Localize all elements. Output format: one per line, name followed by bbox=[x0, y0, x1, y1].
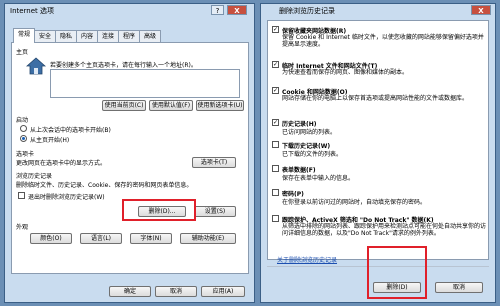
startup-last-session-label: 从上次会话中的选项卡开始(B) bbox=[30, 127, 111, 134]
history-section-label: 浏览历史记录 bbox=[16, 173, 53, 180]
tab-advanced[interactable]: 高级 bbox=[139, 30, 161, 42]
delete-history-dialog: 删除浏览历史记录 X ✓ 保留收藏夹网站数据(R) 保留 Cookie 和 In… bbox=[260, 3, 496, 303]
tracking-protection-checkbox[interactable] bbox=[272, 215, 279, 222]
ok-button[interactable]: 确定 bbox=[109, 286, 151, 297]
delete-on-exit-checkbox[interactable] bbox=[18, 192, 25, 199]
tab-security[interactable]: 安全 bbox=[34, 30, 56, 42]
appearance-section-label: 外观 bbox=[16, 224, 29, 231]
delete-dialog-close-button[interactable]: X bbox=[471, 5, 491, 15]
history-description: 删除临时文件、历史记录、Cookie、保存的密码和网页表单信息。 bbox=[16, 182, 193, 189]
help-button[interactable]: ? bbox=[211, 5, 224, 15]
tabs-section-label: 选项卡 bbox=[16, 151, 35, 158]
delete-dialog-title: 删除浏览历史记录 bbox=[279, 7, 335, 15]
tab-general[interactable]: 常规 bbox=[13, 28, 35, 43]
apply-button[interactable]: 应用(A) bbox=[201, 286, 245, 297]
home-icon bbox=[25, 57, 47, 75]
use-default-button[interactable]: 使用默认值(F) bbox=[149, 100, 193, 111]
delete-on-exit-label: 退出时删除浏览历史记录(W) bbox=[28, 194, 105, 201]
home-description: 若要创建多个主页选项卡，请在每行输入一个地址(R)。 bbox=[50, 62, 197, 69]
tab-programs[interactable]: 程序 bbox=[118, 30, 140, 42]
history-settings-button[interactable]: 设置(S) bbox=[194, 206, 236, 217]
accessibility-button[interactable]: 辅助功能(E) bbox=[180, 233, 236, 244]
download-history-checkbox[interactable] bbox=[272, 141, 279, 148]
passwords-desc: 在你登录以前访问过的网站时，自动填充保存的密码。 bbox=[282, 199, 427, 206]
use-new-tab-button[interactable]: 使用新选项卡(U) bbox=[196, 100, 244, 111]
passwords-checkbox[interactable] bbox=[272, 189, 279, 196]
home-url-box[interactable] bbox=[50, 69, 240, 98]
tabs-description: 更改网页在选项卡中的显示方式。 bbox=[16, 160, 107, 167]
tabs-settings-button[interactable]: 选项卡(T) bbox=[192, 157, 236, 168]
internet-options-dialog: Internet 选项 ? X 常规 安全 隐私 内容 连接 程序 高级 主页 … bbox=[4, 3, 255, 303]
delete-cancel-button[interactable]: 取消 bbox=[435, 282, 483, 293]
dialog-title: Internet 选项 bbox=[10, 7, 55, 15]
tab-connections[interactable]: 连接 bbox=[97, 30, 119, 42]
languages-button[interactable]: 语言(L) bbox=[80, 233, 122, 244]
tab-content[interactable]: 内容 bbox=[76, 30, 98, 42]
keep-favorites-desc: 保留 Cookie 和 Internet 临时文件，以使您收藏的网站能够保留偏好… bbox=[282, 34, 484, 48]
colors-button[interactable]: 颜色(O) bbox=[30, 233, 72, 244]
cookies-checkbox[interactable]: ✓ bbox=[272, 87, 279, 94]
confirm-delete-highlight-box bbox=[367, 246, 427, 299]
cancel-button[interactable]: 取消 bbox=[155, 286, 197, 297]
startup-section-label: 启动 bbox=[16, 117, 29, 124]
startup-last-session-radio[interactable] bbox=[20, 125, 27, 132]
about-delete-history-link[interactable]: 关于删除浏览历史记录 bbox=[277, 255, 337, 264]
delete-highlight-box bbox=[122, 199, 196, 221]
use-current-button[interactable]: 使用当前页(C) bbox=[102, 100, 146, 111]
close-button[interactable]: X bbox=[227, 5, 247, 15]
general-tab-panel: 主页 若要创建多个主页选项卡，请在每行输入一个地址(R)。 使用当前页(C) 使… bbox=[11, 42, 249, 274]
form-data-checkbox[interactable] bbox=[272, 165, 279, 172]
keep-favorites-checkbox[interactable]: ✓ bbox=[272, 26, 279, 33]
startup-home-label: 从主页开始(H) bbox=[30, 137, 70, 144]
tab-privacy[interactable]: 隐私 bbox=[55, 30, 77, 42]
fonts-button[interactable]: 字体(N) bbox=[130, 233, 172, 244]
temp-files-desc: 为快速查看而保存的网页、图像和媒体的副本。 bbox=[282, 69, 409, 76]
startup-home-radio[interactable] bbox=[20, 135, 27, 142]
cookies-desc: 网站存储在你的电脑上以保存首选项或提高网站性能的文件或数据库。 bbox=[282, 95, 469, 102]
delete-options-panel: ✓ 保留收藏夹网站数据(R) 保留 Cookie 和 Internet 临时文件… bbox=[267, 20, 489, 260]
history-checkbox[interactable]: ✓ bbox=[272, 119, 279, 126]
download-history-desc: 已下载的文件的列表。 bbox=[282, 151, 343, 158]
temp-files-checkbox[interactable]: ✓ bbox=[272, 61, 279, 68]
title-bar[interactable]: Internet 选项 ? X bbox=[5, 4, 254, 18]
home-section-label: 主页 bbox=[16, 49, 29, 56]
tracking-protection-desc: 从筛选中排除的网站列表、跟踪保护用来检测站点可能在何处自动共享你的访问详细信息的… bbox=[282, 223, 487, 237]
form-data-desc: 保存在表单中输入的信息。 bbox=[282, 175, 355, 182]
history-desc: 已访问网站的列表。 bbox=[282, 129, 337, 136]
title-bar-delete[interactable]: 删除浏览历史记录 X bbox=[261, 4, 495, 18]
